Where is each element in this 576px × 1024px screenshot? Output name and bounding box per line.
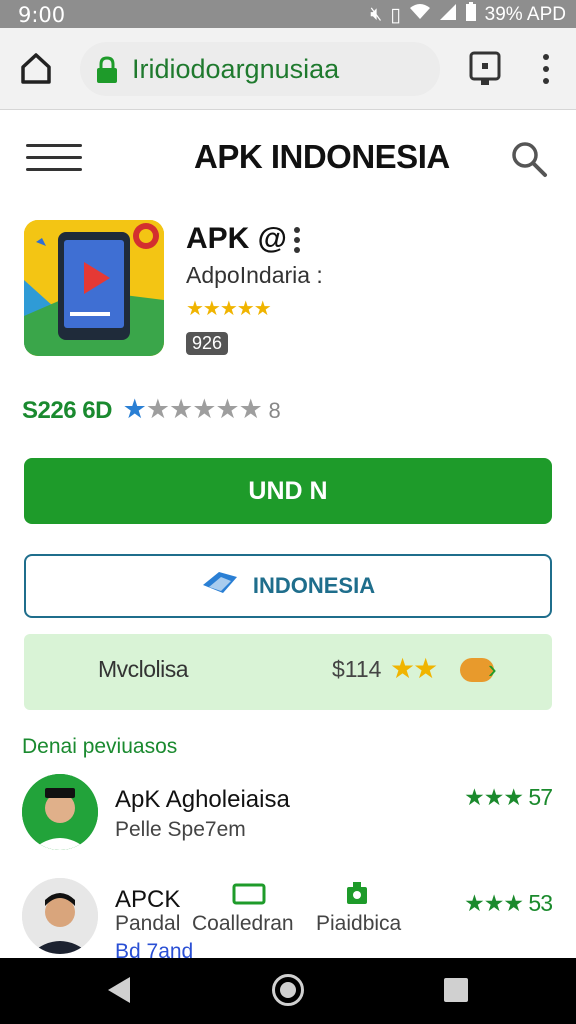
vibrate-icon: ▯ xyxy=(390,4,401,26)
status-time: 9:00 xyxy=(18,3,66,27)
status-bar: 9:00 🔇︎ ▯ 39% APD xyxy=(0,0,576,28)
indonesia-button-label: INDONESIA xyxy=(252,573,376,598)
list-item-stars: ★★★ xyxy=(464,890,524,916)
app-content-badge: 926 xyxy=(186,332,229,355)
app-more-icon[interactable] xyxy=(292,226,302,254)
list-item-stars: ★★★ xyxy=(464,784,524,810)
app-name: APK @ xyxy=(186,222,287,255)
battery-text: 39% APD xyxy=(484,4,566,25)
avatar xyxy=(22,878,98,954)
indonesia-button[interactable]: INDONESIA xyxy=(24,554,552,618)
lock-icon xyxy=(96,56,118,84)
tab-switch-icon[interactable] xyxy=(468,50,502,88)
section-title: Denai peviuasos xyxy=(22,735,178,758)
search-icon[interactable] xyxy=(510,140,548,178)
tag-icon xyxy=(201,569,239,603)
promo-banner[interactable]: Mvclolisa $114 ★★ › xyxy=(24,634,552,710)
url-text[interactable]: Iridiodoargnusiaa xyxy=(132,54,339,85)
banner-count: $114 xyxy=(332,656,382,682)
list-item-extra: Coalledran xyxy=(192,912,294,935)
signal-icon xyxy=(439,3,457,27)
back-icon[interactable] xyxy=(108,977,130,1003)
lock-small-icon xyxy=(344,880,370,911)
chevron-right-icon: › xyxy=(488,654,497,684)
home-icon[interactable] xyxy=(18,50,54,86)
app-stars-filled: ★★★★★ xyxy=(186,298,272,320)
install-button[interactable]: UND N xyxy=(24,458,552,524)
overflow-menu-icon[interactable] xyxy=(538,52,554,86)
status-icons: 🔇︎ ▯ 39% APD xyxy=(370,2,566,28)
battery-icon xyxy=(465,2,477,28)
screen-icon xyxy=(232,882,266,911)
list-item-extra: Piaidbica xyxy=(316,912,402,935)
rating-tail: 8 xyxy=(268,398,281,423)
app-star-rating: ★★★★★ xyxy=(186,296,272,321)
home-circle-icon[interactable] xyxy=(272,974,304,1006)
list-item-rating: ★★★ 53 xyxy=(464,890,553,917)
price-rating-row: S226 6D ★★★★★★ 8 xyxy=(22,394,281,425)
banner-stars: ★★ xyxy=(390,653,438,684)
mute-icon: 🔇︎ xyxy=(370,4,383,25)
rating-stars: ★★★★★★ xyxy=(122,394,263,424)
list-item-rating: ★★★ 57 xyxy=(464,784,553,811)
banner-label: Mvclolisa xyxy=(98,656,189,682)
hamburger-menu-icon[interactable] xyxy=(26,144,82,172)
avatar xyxy=(22,774,98,850)
system-nav-bar xyxy=(0,958,576,1024)
wifi-icon xyxy=(409,3,431,27)
browser-toolbar: Iridiodoargnusiaa xyxy=(0,28,576,110)
app-developer[interactable]: AdpoIndaria : xyxy=(186,262,323,289)
list-item-rating-value: 53 xyxy=(528,890,553,916)
list-item-title: APCK xyxy=(115,886,181,913)
recent-apps-icon[interactable] xyxy=(444,978,468,1002)
list-item-title: ApK Agholeiaisa xyxy=(115,786,290,813)
list-item-subtitle: Pandal xyxy=(115,912,181,935)
app-price: S226 6D xyxy=(22,397,112,424)
site-title: APK INDONESIA xyxy=(194,138,450,175)
list-item-subtitle: Pelle Spe7em xyxy=(115,818,246,841)
app-icon[interactable] xyxy=(24,220,164,356)
list-item-rating-value: 57 xyxy=(528,784,553,810)
